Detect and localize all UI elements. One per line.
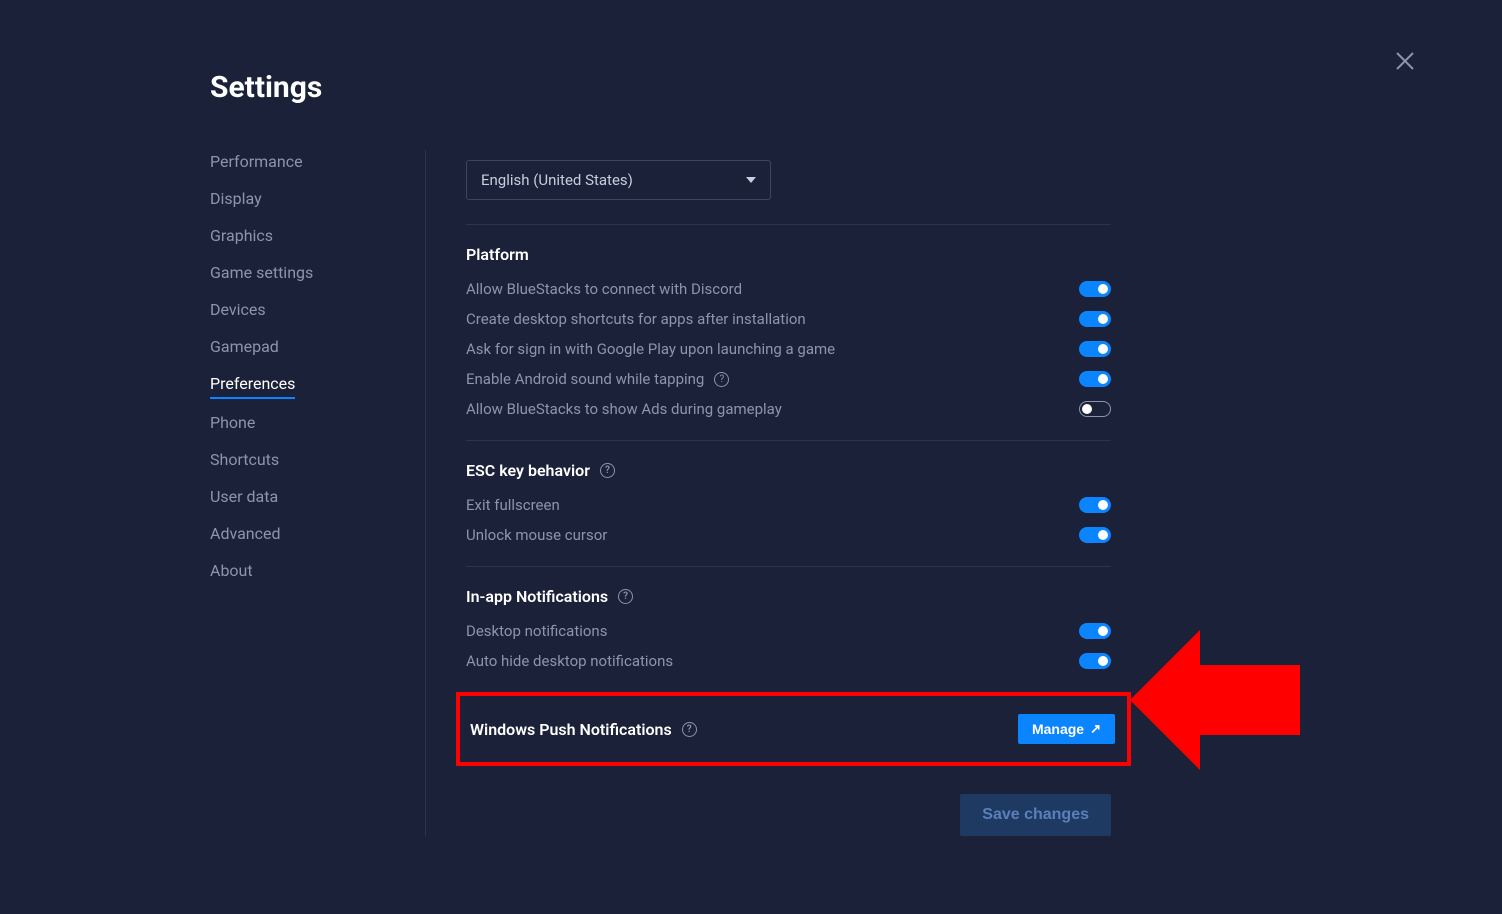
sidebar-item-devices[interactable]: Devices: [210, 300, 266, 323]
push-highlight-box: Windows Push Notifications ? Manage ↗: [456, 692, 1131, 766]
toggle-knob: [1098, 500, 1108, 510]
divider: [466, 440, 1111, 441]
push-section: Windows Push Notifications ? Manage ↗: [466, 714, 1115, 744]
setting-row: Create desktop shortcuts for apps after …: [466, 310, 1111, 328]
esc-title: ESC key behavior ?: [466, 461, 1111, 480]
setting-label-text: Exit fullscreen: [466, 496, 560, 514]
setting-row: Auto hide desktop notifications: [466, 652, 1111, 670]
sidebar-item-display[interactable]: Display: [210, 189, 262, 212]
setting-label-text: Unlock mouse cursor: [466, 526, 607, 544]
toggle-knob: [1098, 530, 1108, 540]
push-title-text: Windows Push Notifications: [470, 720, 672, 739]
sidebar-item-shortcuts[interactable]: Shortcuts: [210, 450, 279, 473]
toggle-switch[interactable]: [1079, 527, 1111, 543]
save-changes-button[interactable]: Save changes: [960, 794, 1111, 836]
setting-label: Auto hide desktop notifications: [466, 652, 673, 670]
toggle-knob: [1098, 626, 1108, 636]
toggle-knob: [1098, 656, 1108, 666]
setting-label: Allow BlueStacks to connect with Discord: [466, 280, 742, 298]
setting-row: Desktop notifications: [466, 622, 1111, 640]
sidebar-item-performance[interactable]: Performance: [210, 152, 303, 175]
manage-button-label: Manage: [1032, 721, 1084, 737]
inapp-section: In-app Notifications ? Desktop notificat…: [466, 587, 1111, 670]
setting-label-text: Allow BlueStacks to show Ads during game…: [466, 400, 782, 418]
language-dropdown-value: English (United States): [481, 171, 633, 189]
setting-label-text: Ask for sign in with Google Play upon la…: [466, 340, 835, 358]
setting-label-text: Create desktop shortcuts for apps after …: [466, 310, 806, 328]
platform-title: Platform: [466, 245, 1111, 264]
toggle-switch[interactable]: [1079, 623, 1111, 639]
toggle-switch[interactable]: [1079, 653, 1111, 669]
toggle-knob: [1098, 374, 1108, 384]
esc-section: ESC key behavior ? Exit fullscreen Unlock…: [466, 461, 1111, 544]
toggle-switch[interactable]: [1079, 401, 1111, 417]
toggle-switch[interactable]: [1079, 281, 1111, 297]
sidebar-item-graphics[interactable]: Graphics: [210, 226, 273, 249]
setting-label-text: Enable Android sound while tapping: [466, 370, 704, 388]
setting-label: Enable Android sound while tapping?: [466, 370, 729, 388]
help-icon[interactable]: ?: [600, 463, 615, 478]
sidebar-item-preferences[interactable]: Preferences: [210, 374, 295, 399]
help-icon[interactable]: ?: [618, 589, 633, 604]
sidebar-item-phone[interactable]: Phone: [210, 413, 255, 436]
arrow-annotation: [1130, 620, 1310, 784]
toggle-knob: [1098, 284, 1108, 294]
main-content: English (United States) Platform Allow B…: [466, 150, 1111, 836]
help-icon[interactable]: ?: [714, 372, 729, 387]
platform-section: Platform Allow BlueStacks to connect wit…: [466, 245, 1111, 418]
sidebar: Performance Display Graphics Game settings D…: [210, 150, 425, 836]
close-button[interactable]: [1396, 52, 1414, 74]
sidebar-item-user-data[interactable]: User data: [210, 487, 278, 510]
manage-button[interactable]: Manage ↗: [1018, 714, 1115, 744]
chevron-down-icon: [746, 177, 756, 183]
setting-label-text: Auto hide desktop notifications: [466, 652, 673, 670]
inapp-title-text: In-app Notifications: [466, 587, 608, 606]
sidebar-item-advanced[interactable]: Advanced: [210, 524, 281, 547]
setting-row: Unlock mouse cursor: [466, 526, 1111, 544]
setting-label: Desktop notifications: [466, 622, 607, 640]
inapp-title: In-app Notifications ?: [466, 587, 1111, 606]
toggle-knob: [1098, 344, 1108, 354]
setting-label-text: Desktop notifications: [466, 622, 607, 640]
setting-label: Ask for sign in with Google Play upon la…: [466, 340, 835, 358]
toggle-switch[interactable]: [1079, 341, 1111, 357]
setting-row: Allow BlueStacks to show Ads during game…: [466, 400, 1111, 418]
divider: [466, 224, 1111, 225]
setting-label-text: Allow BlueStacks to connect with Discord: [466, 280, 742, 298]
setting-row: Exit fullscreen: [466, 496, 1111, 514]
sidebar-item-gamepad[interactable]: Gamepad: [210, 337, 279, 360]
setting-label: Unlock mouse cursor: [466, 526, 607, 544]
toggle-switch[interactable]: [1079, 497, 1111, 513]
help-icon[interactable]: ?: [682, 722, 697, 737]
toggle-knob: [1098, 314, 1108, 324]
sidebar-item-about[interactable]: About: [210, 561, 253, 584]
platform-title-text: Platform: [466, 245, 529, 264]
page-title: Settings: [210, 70, 1442, 105]
setting-label: Exit fullscreen: [466, 496, 560, 514]
setting-row: Enable Android sound while tapping?: [466, 370, 1111, 388]
setting-label: Allow BlueStacks to show Ads during game…: [466, 400, 782, 418]
esc-title-text: ESC key behavior: [466, 461, 590, 480]
toggle-switch[interactable]: [1079, 311, 1111, 327]
divider: [466, 566, 1111, 567]
sidebar-item-game-settings[interactable]: Game settings: [210, 263, 313, 286]
language-dropdown[interactable]: English (United States): [466, 160, 771, 200]
vertical-divider: [425, 150, 426, 836]
push-title: Windows Push Notifications ?: [466, 720, 697, 739]
toggle-knob: [1082, 404, 1092, 414]
setting-row: Ask for sign in with Google Play upon la…: [466, 340, 1111, 358]
setting-row: Allow BlueStacks to connect with Discord: [466, 280, 1111, 298]
toggle-switch[interactable]: [1079, 371, 1111, 387]
setting-label: Create desktop shortcuts for apps after …: [466, 310, 806, 328]
close-icon: [1396, 52, 1414, 70]
external-link-icon: ↗: [1090, 721, 1101, 737]
